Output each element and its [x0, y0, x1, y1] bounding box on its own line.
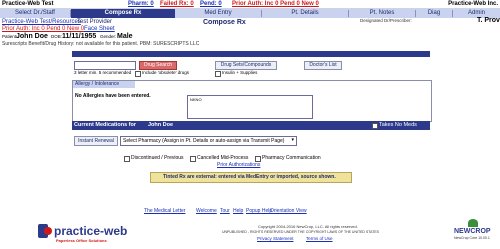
newcrop-logo: NEWCROP NewCrop Core 10.00.1 [454, 219, 498, 247]
designated-prescriber: T. Prov [477, 17, 500, 24]
tab-select-dr-staff[interactable]: Select Dr./Staff [0, 9, 70, 18]
tab-pt-notes[interactable]: Pt. Notes [349, 9, 415, 18]
privacy-link[interactable]: Privacy Statement [257, 236, 294, 242]
designated-label: Designated Dr/Prescriber: [360, 18, 412, 23]
unpublished-text: UNPUBLISHED - RIGHTS RESERVED UNDER THE … [222, 230, 380, 234]
newcrop-version: NewCrop Core 10.00.1 [454, 236, 490, 240]
logo-text: practice-web [54, 224, 128, 238]
practice-web-logo: practice-web Paperless Office Solutions [38, 222, 138, 248]
drug-search-button[interactable]: Drug Search [139, 61, 177, 70]
select-pharmacy-dropdown[interactable]: Select Pharmacy (Assign in Pt. Details o… [120, 136, 297, 146]
current-meds-patient: John Doe [148, 122, 174, 128]
face-sheet-link[interactable]: Face Sheet [84, 26, 115, 32]
terms-link[interactable]: Terms of Use [306, 236, 333, 242]
popup-help-link[interactable]: Popup Help [246, 209, 272, 214]
patient-label: Patient: [2, 34, 18, 39]
tinted-note: Tinted Rx are external: entered via MedE… [163, 174, 336, 180]
select-pharmacy-value: Select Pharmacy (Assign in Pt. Details o… [123, 138, 285, 144]
cancelled-label: Cancelled Mid-Process [197, 155, 249, 161]
patient-gender: Male [117, 33, 133, 40]
drug-sets-button[interactable]: Drug Sets/Compounds [215, 61, 277, 70]
include-obsolete-checkbox[interactable] [135, 71, 141, 77]
insulin-supplies-label: Insulin + Supplies [222, 70, 258, 75]
help-link[interactable]: Help [233, 209, 243, 214]
top-bar: Practice-Web Test Pharm: 0 Failed Rx: 0 … [0, 0, 500, 9]
logo-dot-icon [44, 227, 52, 235]
insulin-supplies-checkbox[interactable] [215, 71, 221, 77]
doctors-list-button[interactable]: Doctor's List [304, 61, 342, 70]
tab-diag[interactable]: Diag [416, 9, 452, 18]
page-title: Compose Rx [203, 19, 246, 26]
takes-no-meds-checkbox[interactable] [372, 123, 378, 129]
logo-tagline: Paperless Office Solutions [56, 238, 107, 243]
practice-title: Practice-Web Test [2, 1, 54, 7]
allergy-panel: Allergy / Intolerance No Allergies have … [72, 80, 432, 122]
pharm-count-link[interactable]: Pharm: 0 [128, 1, 154, 7]
medical-letter-link[interactable]: The Medical Letter [144, 209, 185, 214]
dob-label: DOB: [51, 34, 63, 39]
welcome-link[interactable]: Welcome [196, 209, 217, 214]
current-meds-bar: Current Medications for John Doe Takes N… [72, 121, 430, 130]
search-hint: 3 letter min. 5 recommended [74, 70, 132, 75]
drug-search-input[interactable] [74, 61, 136, 70]
orientation-view-link[interactable]: Orientation View [270, 209, 307, 214]
tinted-note-box: Tinted Rx are external: entered via MedE… [150, 172, 352, 183]
failed-rx-link[interactable]: Failed Rx: 0 [160, 1, 194, 7]
allergy-textbox[interactable]: NKNO [187, 95, 313, 119]
patient-name: John Doe [16, 33, 48, 40]
patient-dob: 11/11/1955 [62, 33, 97, 40]
discontinued-checkbox[interactable] [124, 156, 130, 162]
tab-compose-rx[interactable]: Compose Rx [71, 9, 175, 18]
prior-authorizations-link[interactable]: Prior Authorizations [217, 163, 260, 168]
current-meds-label: Current Medications for [74, 122, 137, 128]
provider-name: Test Provider [77, 19, 113, 25]
instant-renewal-button[interactable]: Instant Renewal [74, 136, 118, 146]
chevron-down-icon: ▾ [291, 137, 294, 143]
takes-no-meds-label: Takes No Meds [379, 122, 417, 128]
pharmacy-comm-label: Pharmacy Communication [262, 155, 321, 161]
allergy-header[interactable]: Allergy / Intolerance [73, 81, 135, 88]
leaf-icon [468, 219, 478, 227]
gender-label: Gender: [100, 34, 117, 39]
tab-pt-details[interactable]: Pt. Details [262, 9, 348, 18]
newcrop-text: NEWCROP [454, 228, 491, 235]
allergy-text: No Allergies have been entered. [75, 93, 151, 99]
prior-auth-sub-link[interactable]: Prior Auth: Inc 0 Pend 0 New 0 [2, 26, 84, 32]
copyright-text: Copyright 2004-2016 NewCrop, LLC. All ri… [258, 224, 358, 229]
discontinued-label: Discontinued / Previous [131, 155, 184, 161]
cancelled-checkbox[interactable] [190, 156, 196, 162]
tab-med-entry[interactable]: Med Entry [175, 9, 261, 18]
allergy-textbox-content: NKNO [190, 97, 202, 102]
company-name: Practice-Web Inc. [448, 1, 498, 7]
resources-link[interactable]: Practice-Web Test/Resources [2, 19, 81, 25]
benefit-note: Surescripts Benefit/Drug History: not av… [2, 41, 200, 47]
search-header-bar [72, 51, 430, 57]
pend-link[interactable]: Pend: 0 [200, 1, 222, 7]
tour-link[interactable]: Tour [220, 209, 230, 214]
main-nav: Select Dr./Staff Compose Rx Med Entry Pt… [0, 9, 500, 18]
include-obsolete-label: Include 'obsolete' drugs [142, 70, 189, 75]
prior-auth-link[interactable]: Prior Auth: Inc 0 Pend 0 New 0 [232, 1, 319, 7]
